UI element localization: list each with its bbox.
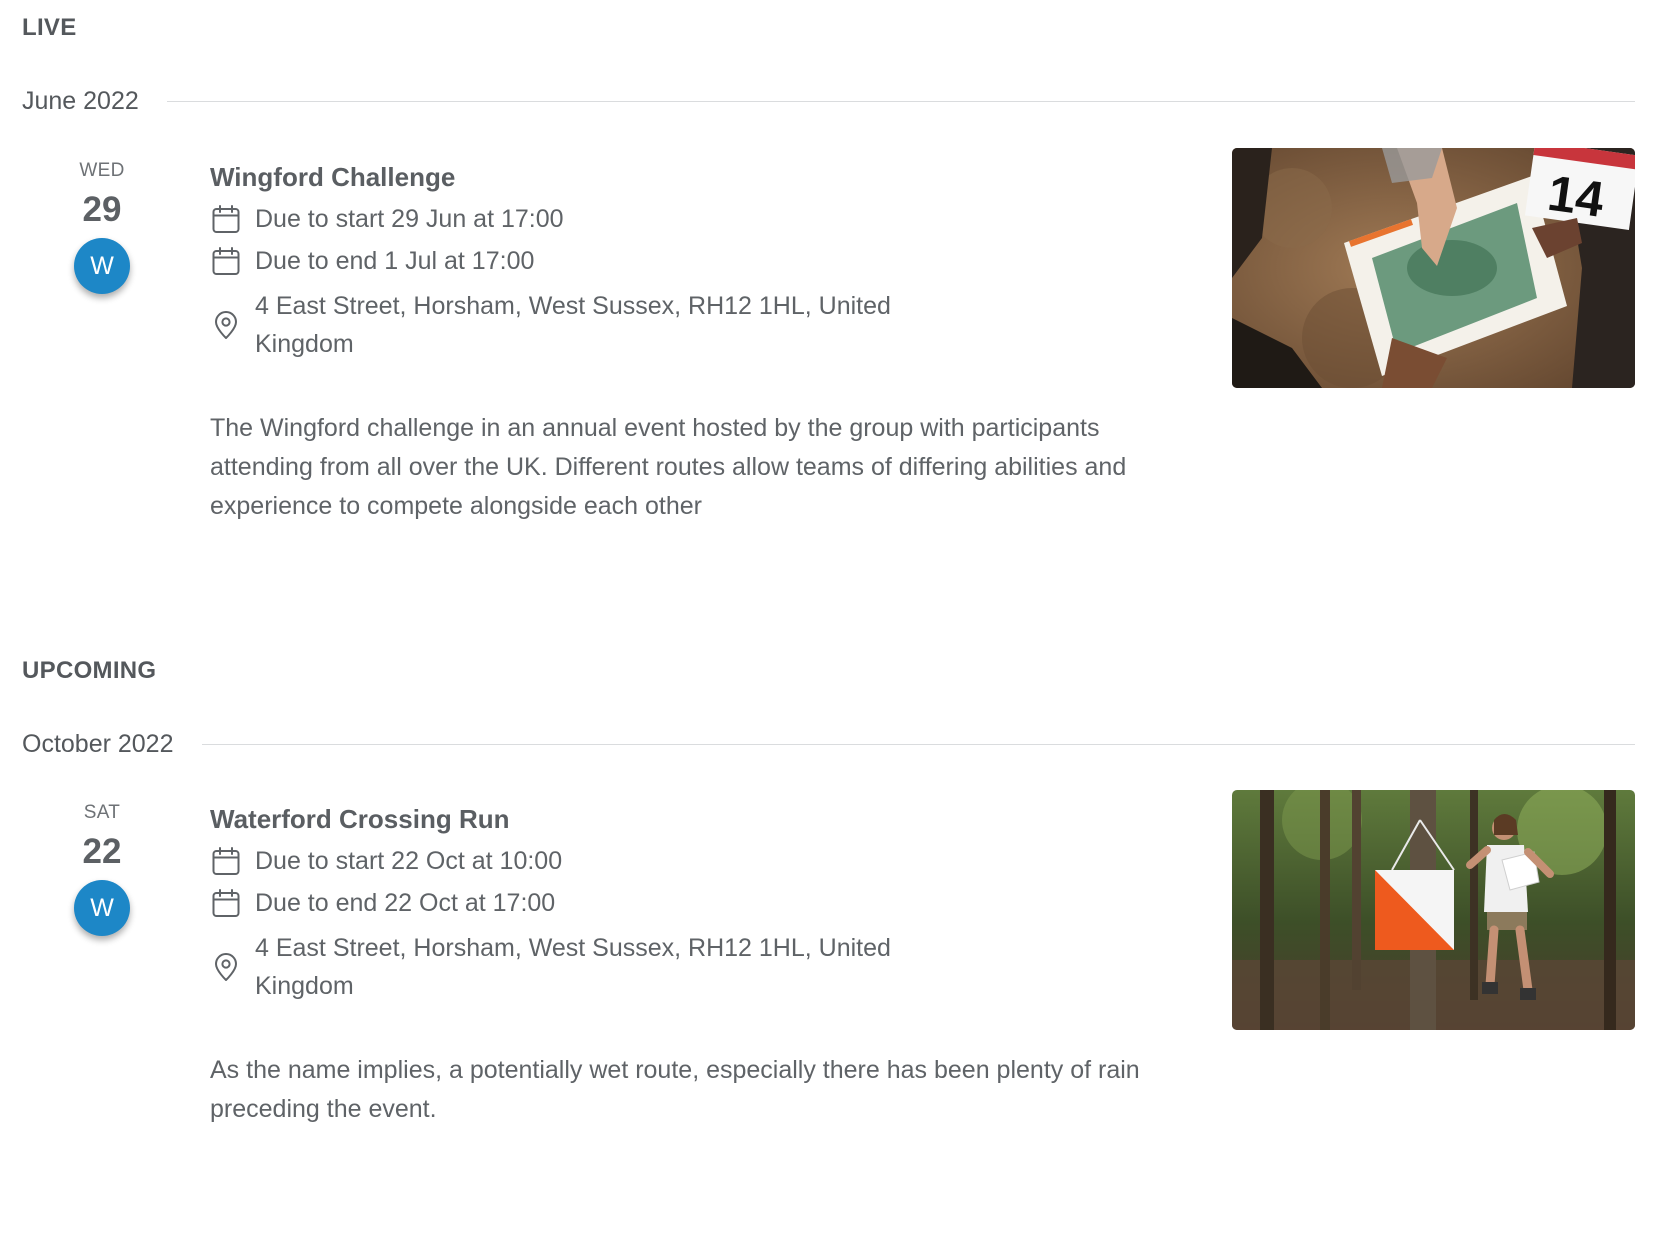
event-start: Due to start 22 Oct at 10:00 bbox=[255, 846, 563, 875]
location-pin-icon bbox=[215, 953, 237, 981]
event-end-row: Due to end 1 Jul at 17:00 bbox=[210, 245, 1150, 277]
event-day: 22 bbox=[82, 832, 122, 871]
event-end-row: Due to end 22 Oct at 17:00 bbox=[210, 887, 1150, 919]
calendar-icon bbox=[212, 247, 240, 275]
event-date: SAT 22 W bbox=[62, 790, 142, 936]
section-heading-upcoming: UPCOMING bbox=[22, 657, 157, 684]
event-location: 4 East Street, Horsham, West Sussex, RH1… bbox=[255, 292, 891, 358]
event-day: 29 bbox=[82, 190, 122, 229]
event-details: Wingford Challenge Due to start 29 Jun a… bbox=[210, 148, 1150, 526]
event-weekday: SAT bbox=[83, 802, 121, 823]
event-item-wingford[interactable]: WED 29 W Wingford Challenge Due to start… bbox=[0, 148, 1659, 608]
event-weekday: WED bbox=[79, 160, 125, 181]
event-location-row: 4 East Street, Horsham, West Sussex, RH1… bbox=[210, 929, 1150, 1005]
event-end: Due to end 22 Oct at 17:00 bbox=[255, 888, 556, 917]
event-image[interactable] bbox=[1232, 790, 1635, 1030]
event-description: The Wingford challenge in an annual even… bbox=[210, 414, 1127, 520]
calendar-icon bbox=[212, 847, 240, 875]
event-description: As the name implies, a potentially wet r… bbox=[210, 1056, 1140, 1123]
avatar[interactable]: W bbox=[74, 880, 130, 936]
event-start-row: Due to start 22 Oct at 10:00 bbox=[210, 845, 1150, 877]
section-heading-live: LIVE bbox=[22, 14, 77, 41]
orienteering-map-photo: 14 bbox=[1232, 148, 1635, 388]
calendar-icon bbox=[212, 889, 240, 917]
avatar[interactable]: W bbox=[74, 238, 130, 294]
event-details: Waterford Crossing Run Due to start 22 O… bbox=[210, 790, 1150, 1129]
calendar-icon bbox=[212, 205, 240, 233]
event-title[interactable]: Waterford Crossing Run bbox=[210, 804, 1150, 835]
event-start-row: Due to start 29 Jun at 17:00 bbox=[210, 203, 1150, 235]
divider-line bbox=[166, 100, 1635, 102]
event-location: 4 East Street, Horsham, West Sussex, RH1… bbox=[255, 934, 891, 1000]
event-start: Due to start 29 Jun at 17:00 bbox=[255, 204, 564, 233]
event-item-waterford[interactable]: SAT 22 W Waterford Crossing Run Due to s… bbox=[0, 790, 1659, 1250]
month-divider: June 2022 bbox=[22, 85, 1635, 117]
month-label: June 2022 bbox=[22, 86, 139, 115]
location-pin-icon bbox=[215, 311, 237, 339]
event-end: Due to end 1 Jul at 17:00 bbox=[255, 246, 535, 275]
forest-runner-photo bbox=[1232, 790, 1635, 1030]
month-label: October 2022 bbox=[22, 729, 174, 758]
month-divider: October 2022 bbox=[22, 728, 1635, 760]
divider-line bbox=[201, 743, 1635, 745]
event-location-row: 4 East Street, Horsham, West Sussex, RH1… bbox=[210, 287, 1150, 363]
event-image[interactable]: 14 bbox=[1232, 148, 1635, 388]
event-date: WED 29 W bbox=[62, 148, 142, 294]
event-title[interactable]: Wingford Challenge bbox=[210, 162, 1150, 193]
